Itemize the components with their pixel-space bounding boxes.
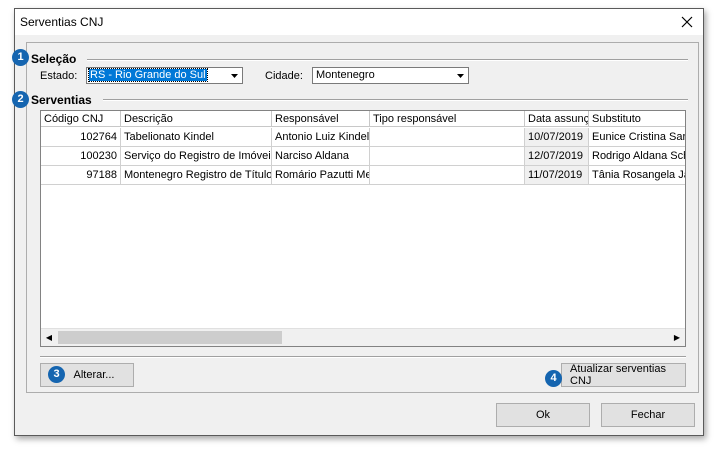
column-header[interactable]: Descrição xyxy=(121,111,272,127)
selecao-heading: Seleção xyxy=(31,52,77,66)
serventias-table[interactable]: Código CNJ Descrição Responsável Tipo re… xyxy=(40,110,686,347)
button-divider xyxy=(40,356,686,358)
cell-responsavel: Romário Pazutti Me xyxy=(272,166,370,185)
atualizar-label: Atualizar serventias CNJ xyxy=(570,363,666,387)
ok-label: Ok xyxy=(535,409,551,421)
step-badge-1: 1 xyxy=(12,49,29,66)
ok-button[interactable]: Ok xyxy=(496,403,590,427)
cell-codigo: 102764 xyxy=(41,128,121,147)
scroll-thumb[interactable] xyxy=(58,331,282,344)
close-icon[interactable] xyxy=(677,12,697,32)
title-bar: Serventias CNJ xyxy=(15,9,703,35)
cell-data: 11/07/2019 xyxy=(525,166,589,185)
serventias-heading: Serventias xyxy=(31,93,92,107)
serventias-divider xyxy=(103,99,688,101)
cidade-label: Cidade: xyxy=(265,70,303,82)
column-header[interactable]: Substituto xyxy=(589,111,685,127)
cell-tipo xyxy=(370,166,525,185)
horizontal-scrollbar[interactable]: ◀ ▶ xyxy=(41,328,685,346)
cell-substituto: Rodrigo Aldana Sch xyxy=(589,147,685,166)
cell-data: 12/07/2019 xyxy=(525,147,589,166)
fechar-button[interactable]: Fechar xyxy=(601,403,695,427)
table-row[interactable]: 102764 Tabelionato Kindel Antonio Luiz K… xyxy=(41,128,685,147)
table-row[interactable]: 97188 Montenegro Registro de Título Romá… xyxy=(41,166,685,185)
table-row[interactable]: 100230 Serviço do Registro de Imóveis Na… xyxy=(41,147,685,166)
estado-label: Estado: xyxy=(40,70,78,82)
selecao-divider xyxy=(87,59,688,61)
step-badge-3: 3 xyxy=(48,366,65,383)
estado-select[interactable]: RS - Rio Grande do Sul xyxy=(86,67,243,84)
table-header: Código CNJ Descrição Responsável Tipo re… xyxy=(41,111,685,128)
cell-responsavel: Antonio Luiz Kindel xyxy=(272,128,370,147)
column-header[interactable]: Código CNJ xyxy=(41,111,121,127)
step-badge-2: 2 xyxy=(12,91,29,108)
cell-substituto: Tânia Rosangela Ja xyxy=(589,166,685,185)
atualizar-serventias-button[interactable]: Atualizar serventias CNJ xyxy=(561,363,686,387)
step-badge-4: 4 xyxy=(545,370,562,387)
cell-codigo: 100230 xyxy=(41,147,121,166)
chevron-down-icon[interactable] xyxy=(228,69,241,82)
cell-tipo xyxy=(370,147,525,166)
scroll-right-icon[interactable]: ▶ xyxy=(669,329,685,346)
column-header[interactable]: Tipo responsável xyxy=(370,111,525,127)
cell-descricao: Tabelionato Kindel xyxy=(121,128,272,147)
alterar-label: Alterar... xyxy=(73,369,115,381)
cidade-select[interactable]: Montenegro xyxy=(312,67,469,84)
column-header[interactable]: Data assunç xyxy=(525,111,589,127)
cidade-value: Montenegro xyxy=(316,69,375,81)
cell-descricao: Montenegro Registro de Título xyxy=(121,166,272,185)
column-header[interactable]: Responsável xyxy=(272,111,370,127)
cell-substituto: Eunice Cristina Sarm xyxy=(589,128,685,147)
cell-codigo: 97188 xyxy=(41,166,121,185)
cell-tipo xyxy=(370,128,525,147)
window-title: Serventias CNJ xyxy=(20,15,104,29)
scroll-left-icon[interactable]: ◀ xyxy=(41,329,57,346)
cell-data: 10/07/2019 xyxy=(525,128,589,147)
chevron-down-icon[interactable] xyxy=(454,69,467,82)
estado-value: RS - Rio Grande do Sul xyxy=(88,68,208,82)
fechar-label: Fechar xyxy=(630,409,666,421)
cell-responsavel: Narciso Aldana xyxy=(272,147,370,166)
cell-descricao: Serviço do Registro de Imóveis xyxy=(121,147,272,166)
serventias-cnj-dialog: Serventias CNJ 1 Seleção Estado: RS - Ri… xyxy=(12,8,704,436)
